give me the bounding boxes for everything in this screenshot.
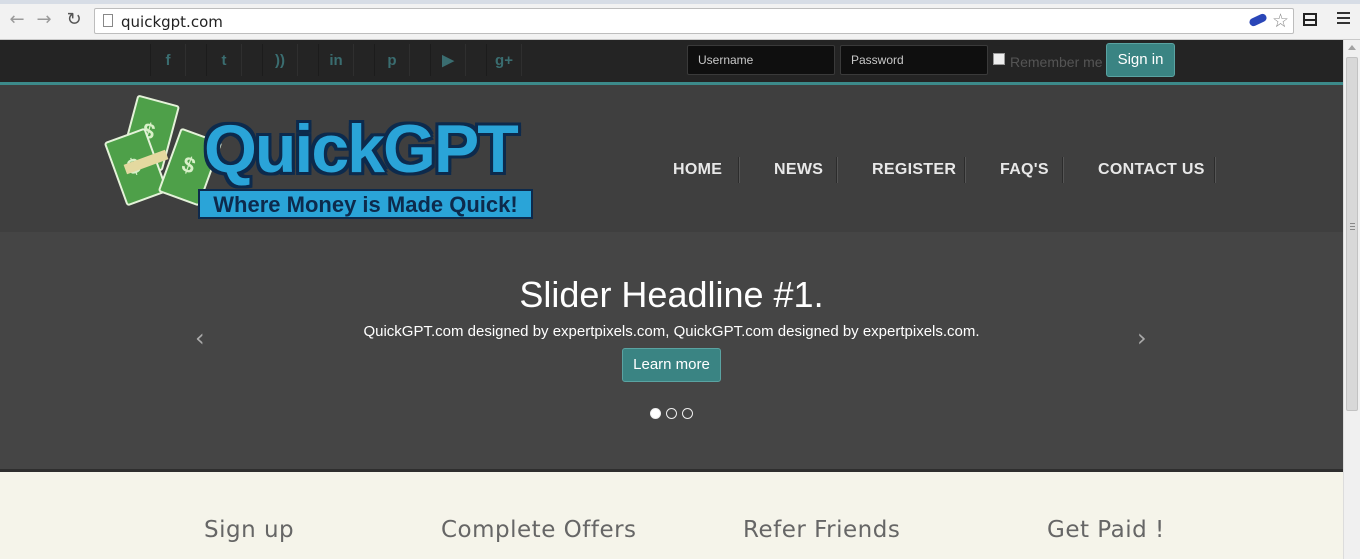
nav-contact-us[interactable]: CONTACT US bbox=[1098, 155, 1205, 185]
back-arrow-icon[interactable]: ← bbox=[7, 10, 27, 30]
scroll-grip-icon bbox=[1350, 223, 1355, 224]
bookmark-star-icon[interactable]: ☆ bbox=[1272, 10, 1289, 32]
browser-menu-icon[interactable] bbox=[1337, 12, 1350, 26]
twitter-icon[interactable]: t bbox=[206, 44, 242, 76]
nav-divider bbox=[1062, 157, 1064, 183]
extension-icon[interactable] bbox=[1248, 12, 1268, 28]
learn-more-button[interactable]: Learn more bbox=[622, 348, 721, 382]
site-logo[interactable]: QuickGPT Where Money is Made Quick! bbox=[103, 93, 550, 221]
youtube-icon[interactable]: ▶ bbox=[430, 44, 466, 76]
page-icon bbox=[103, 14, 113, 27]
scroll-up-arrow-icon[interactable] bbox=[1348, 45, 1356, 50]
linkedin-icon[interactable]: in bbox=[318, 44, 354, 76]
slide-headline: Slider Headline #1. bbox=[519, 274, 824, 315]
nav-divider bbox=[738, 157, 740, 183]
reload-icon[interactable]: ↻ bbox=[64, 10, 84, 30]
address-url: quickgpt.com bbox=[121, 13, 223, 31]
username-input[interactable] bbox=[687, 45, 835, 75]
step-get-paid: Get Paid ! bbox=[1047, 517, 1165, 543]
logo-tagline: Where Money is Made Quick! bbox=[198, 189, 533, 219]
googleplus-icon[interactable]: g+ bbox=[486, 44, 522, 76]
site-topbar: f t )) in p ▶ g+ Remember me Sign in bbox=[0, 40, 1343, 85]
nav-divider bbox=[1214, 157, 1216, 183]
slider-dot[interactable] bbox=[666, 408, 677, 419]
nav-divider bbox=[964, 157, 966, 183]
facebook-icon[interactable]: f bbox=[150, 44, 186, 76]
sign-in-button[interactable]: Sign in bbox=[1106, 43, 1175, 77]
forward-arrow-icon[interactable]: → bbox=[34, 10, 54, 30]
step-refer-friends: Refer Friends bbox=[743, 517, 901, 543]
address-bar[interactable]: quickgpt.com ☆ bbox=[94, 8, 1294, 34]
nav-faqs[interactable]: FAQ'S bbox=[1000, 155, 1049, 185]
logo-wordmark: QuickGPT bbox=[204, 111, 519, 187]
pinterest-icon[interactable]: p bbox=[374, 44, 410, 76]
nav-home[interactable]: HOME bbox=[673, 155, 722, 185]
remember-me-checkbox[interactable] bbox=[993, 53, 1005, 65]
scrollbar-thumb[interactable] bbox=[1346, 57, 1358, 411]
slider-dot[interactable] bbox=[682, 408, 693, 419]
nav-register[interactable]: REGISTER bbox=[872, 155, 956, 185]
nav-divider bbox=[836, 157, 838, 183]
nav-news[interactable]: NEWS bbox=[774, 155, 823, 185]
slider-dot[interactable] bbox=[650, 408, 661, 419]
window-layout-icon[interactable] bbox=[1303, 13, 1317, 26]
remember-me-label: Remember me bbox=[1010, 54, 1103, 70]
browser-toolbar: ← → ↻ quickgpt.com ☆ bbox=[0, 0, 1360, 40]
hero-slider: ‹ Slider Headline #1. QuickGPT.com desig… bbox=[0, 232, 1343, 472]
site-header: QuickGPT Where Money is Made Quick! HOME… bbox=[0, 85, 1343, 232]
step-sign-up: Sign up bbox=[204, 517, 295, 543]
rss-icon[interactable]: )) bbox=[262, 44, 298, 76]
password-input[interactable] bbox=[840, 45, 988, 75]
vertical-scrollbar[interactable] bbox=[1343, 40, 1360, 559]
step-complete-offers: Complete Offers bbox=[441, 517, 637, 543]
tab-strip bbox=[0, 0, 1360, 4]
slider-next-icon[interactable]: › bbox=[1137, 324, 1147, 352]
